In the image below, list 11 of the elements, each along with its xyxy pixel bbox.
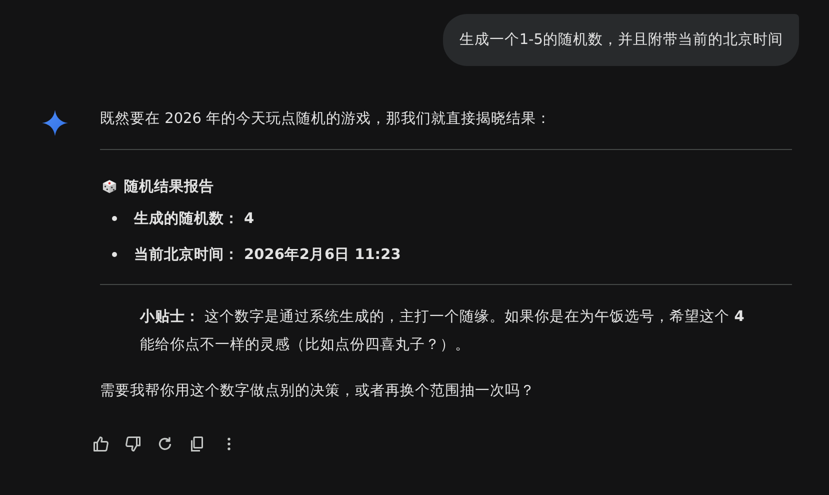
bullet-icon	[112, 216, 117, 220]
dice-icon	[102, 178, 117, 194]
section-heading: 随机结果报告	[124, 178, 214, 196]
bullet-icon	[112, 252, 117, 256]
list-item: 当前北京时间： 2026年2月6日 11:23	[134, 246, 401, 264]
response-intro: 既然要在 2026 年的今天玩点随机的游戏，那我们就直接揭晓结果：	[100, 110, 552, 129]
response-closing: 需要我帮你用这个数字做点别的决策，或者再换个范围抽一次吗？	[100, 382, 536, 401]
sparkle-icon	[42, 110, 68, 136]
list-item: 生成的随机数： 4	[134, 210, 254, 228]
tip-paragraph: 小贴士： 这个数字是通过系统生成的，主打一个随缘。如果你是在为午饭选号，希望这个 4 能给你点不一样的灵感（比如点份四喜丸子？）。	[140, 308, 746, 355]
user-message: 生成一个1-5的随机数，并且附带当前的北京时间	[443, 14, 799, 66]
